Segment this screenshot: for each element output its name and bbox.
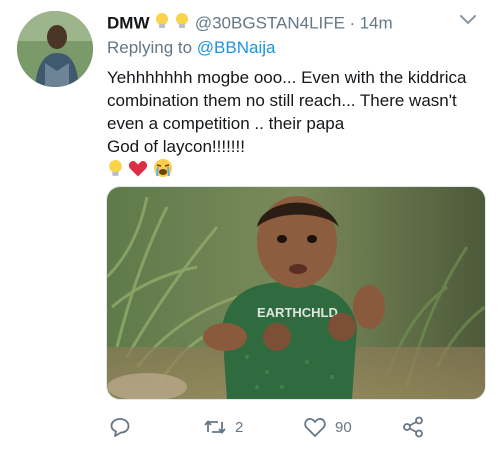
red-heart-emoji: [128, 159, 148, 183]
reply-target-link[interactable]: @BBNaija: [197, 38, 276, 57]
share-button[interactable]: [401, 412, 425, 442]
user-handle[interactable]: @30BGSTAN4LIFE: [195, 14, 345, 33]
lightbulb-emoji: [174, 12, 190, 35]
tweet-header: DMW @30BGSTAN4LIFE · 14m: [107, 12, 487, 34]
reply-button[interactable]: [109, 412, 131, 442]
timestamp[interactable]: 14m: [360, 14, 393, 33]
share-icon: [403, 416, 423, 438]
crying-face-emoji: [153, 158, 173, 183]
reply-icon: [110, 418, 130, 437]
tweet-text-line: Yehhhhhhh mogbe ooo... Even with the kid…: [107, 68, 467, 87]
tweet-text-line: combination them no still reach... There…: [107, 91, 457, 110]
display-name[interactable]: DMW: [107, 14, 149, 33]
chevron-down-icon[interactable]: [456, 10, 480, 28]
like-count: 90: [335, 418, 352, 436]
replying-prefix: Replying to: [107, 38, 197, 57]
separator-dot: ·: [349, 13, 356, 33]
lightbulb-emoji: [154, 12, 170, 35]
like-button[interactable]: 90: [303, 412, 352, 442]
tweet-text: Yehhhhhhh mogbe ooo... Even with the kid…: [107, 66, 487, 158]
shirt-text: EARTHCHLD: [257, 305, 338, 320]
avatar[interactable]: [17, 11, 93, 87]
retweet-icon: [204, 420, 226, 434]
tweet-text-line: God of laycon!!!!!!!: [107, 137, 245, 156]
tweet-media-image[interactable]: EARTHCHLD: [106, 186, 486, 400]
tweet-text-line: even a competition .. their papa: [107, 114, 345, 133]
emoji-row: [107, 158, 173, 178]
retweet-button[interactable]: 2: [203, 412, 243, 442]
retweet-count: 2: [235, 418, 244, 436]
lightbulb-emoji: [107, 159, 124, 183]
replying-to: Replying to @BBNaija: [107, 38, 275, 58]
tweet-actions: 2 90: [107, 412, 487, 442]
heart-outline-icon: [304, 418, 326, 437]
